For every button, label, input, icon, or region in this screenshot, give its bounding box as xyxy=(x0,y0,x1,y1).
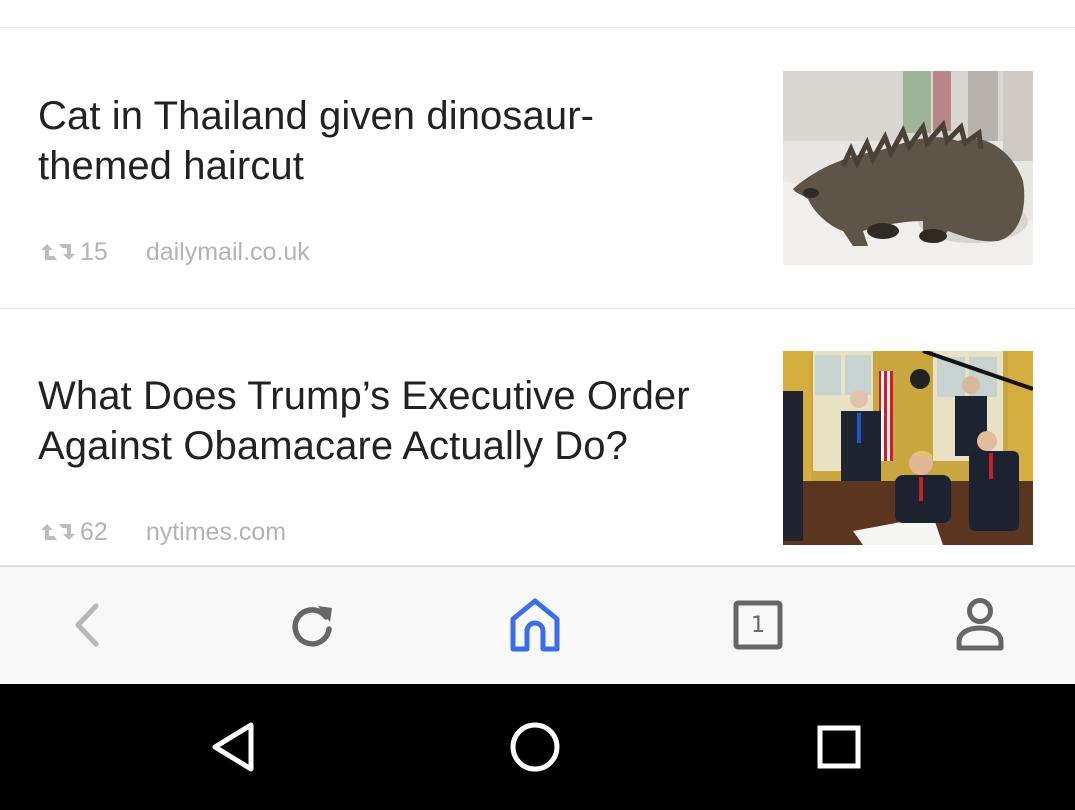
retweet-icon xyxy=(38,239,78,265)
person-icon xyxy=(956,598,1004,651)
thumbnail-image[interactable] xyxy=(783,71,1033,265)
dinosaur-cat-photo xyxy=(783,71,1033,265)
news-feed: Cat in Thailand given dinosaur- themed h… xyxy=(0,29,1075,565)
tabs-button[interactable]: 1 xyxy=(728,595,788,655)
browser-toolbar: 1 xyxy=(0,565,1075,684)
retweet-count: 15 xyxy=(80,237,108,266)
system-home-button[interactable] xyxy=(505,717,565,777)
list-item[interactable]: What Does Trump’s Executive Order Agains… xyxy=(0,309,1075,565)
headline[interactable]: What Does Trump’s Executive Order Agains… xyxy=(38,371,728,471)
list-item[interactable]: Cat in Thailand given dinosaur- themed h… xyxy=(0,29,1075,309)
chevron-left-icon xyxy=(75,603,99,647)
headline-line: themed haircut xyxy=(38,144,304,188)
system-back-button[interactable] xyxy=(202,717,262,777)
reload-button[interactable] xyxy=(282,595,342,655)
home-icon xyxy=(510,598,560,652)
triangle-back-icon xyxy=(212,722,254,772)
previous-item-edge xyxy=(0,0,1075,28)
headline-line: What Does Trump’s Executive Order xyxy=(38,374,690,418)
circle-home-icon xyxy=(510,722,560,772)
square-recents-icon xyxy=(817,725,861,769)
source-domain: dailymail.co.uk xyxy=(145,237,310,266)
system-navigation-bar xyxy=(0,684,1075,810)
headline-line: Against Obamacare Actually Do? xyxy=(38,424,628,468)
headline-line: Cat in Thailand given dinosaur- xyxy=(38,94,595,138)
source-domain: nytimes.com xyxy=(145,517,287,546)
item-meta: 15 dailymail.co.uk xyxy=(38,237,310,267)
oval-office-signing-photo xyxy=(783,351,1033,545)
reload-icon xyxy=(292,606,332,647)
back-button[interactable] xyxy=(58,595,118,655)
item-meta: 62 nytimes.com xyxy=(38,517,286,547)
thumbnail-image[interactable] xyxy=(783,351,1033,545)
profile-button[interactable] xyxy=(950,595,1010,655)
home-button[interactable] xyxy=(505,595,565,655)
headline[interactable]: Cat in Thailand given dinosaur- themed h… xyxy=(38,91,728,191)
retweet-count: 62 xyxy=(80,517,108,546)
tab-count: 1 xyxy=(751,612,765,638)
retweet-icon xyxy=(38,519,78,545)
system-recents-button[interactable] xyxy=(809,717,869,777)
